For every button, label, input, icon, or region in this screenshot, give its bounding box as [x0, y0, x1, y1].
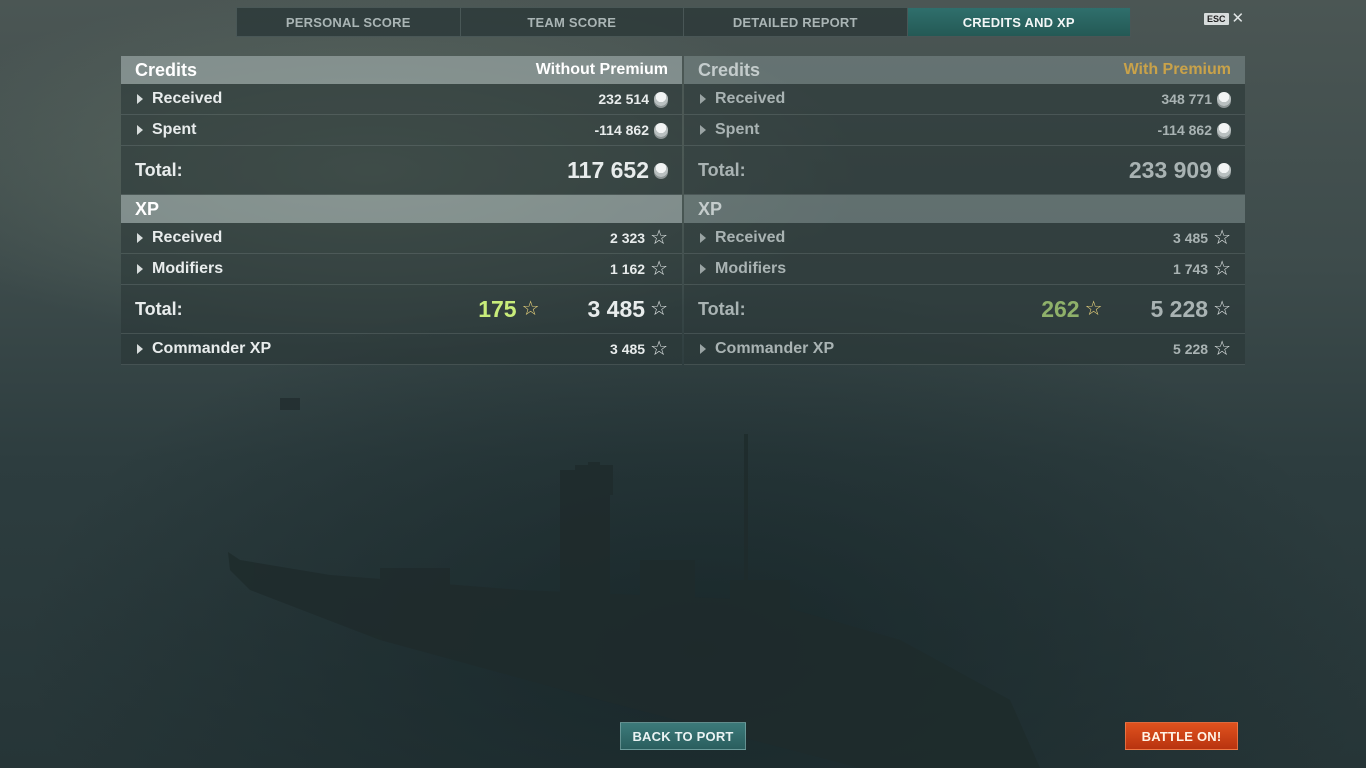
- close-icon: ✕: [1231, 10, 1245, 27]
- close-button[interactable]: ESC ✕: [1204, 10, 1245, 27]
- credits-received-row[interactable]: Received 232 514: [121, 84, 682, 115]
- xp-total-row: Total: 175 ☆ 3 485 ☆: [121, 285, 682, 334]
- row-label: Received: [715, 90, 786, 107]
- commander-xp-row[interactable]: Commander XP 3 485 ☆: [121, 334, 682, 365]
- row-label: Commander XP: [152, 340, 272, 357]
- gold-star-icon: ☆: [521, 298, 540, 320]
- credit-coin-icon: [654, 92, 668, 106]
- xp-header: XP: [121, 195, 682, 223]
- row-label: Modifiers: [715, 260, 787, 277]
- credits-spent-value: -114 862: [594, 122, 650, 138]
- credits-total-value: 233 909: [1128, 156, 1212, 183]
- xp-modifiers-row[interactable]: Modifiers 1 162 ☆: [121, 254, 682, 285]
- expand-arrow-icon: [700, 233, 706, 243]
- esc-key-label: ESC: [1204, 13, 1229, 25]
- expand-arrow-icon: [700, 264, 706, 274]
- commander-xp-row[interactable]: Commander XP 5 228 ☆: [684, 334, 1245, 365]
- star-icon: ☆: [1213, 258, 1231, 280]
- xp-modifiers-value: 1 743: [1173, 261, 1209, 277]
- xp-total-value: 5 228: [1150, 295, 1209, 322]
- total-label: Total:: [698, 298, 746, 319]
- without-premium-panel: Credits Without Premium Received 232 514…: [121, 56, 682, 365]
- expand-arrow-icon: [700, 344, 706, 354]
- expand-arrow-icon: [700, 94, 706, 104]
- star-icon: ☆: [1213, 298, 1231, 320]
- expand-arrow-icon: [137, 344, 143, 354]
- credit-coin-icon: [654, 123, 668, 137]
- xp-received-row[interactable]: Received 2 323 ☆: [121, 223, 682, 254]
- credits-total-value: 117 652: [567, 156, 649, 183]
- tab-detailed-report[interactable]: DETAILED REPORT: [684, 8, 908, 36]
- row-label: Spent: [152, 121, 197, 138]
- xp-header: XP: [684, 195, 1245, 223]
- row-label: Received: [715, 229, 786, 246]
- xp-title: XP: [698, 198, 723, 219]
- credits-received-value: 232 514: [598, 91, 649, 107]
- credit-coin-icon: [1217, 123, 1231, 137]
- credits-received-value: 348 771: [1161, 91, 1212, 107]
- row-label: Commander XP: [715, 340, 835, 357]
- star-icon: ☆: [650, 338, 668, 360]
- credits-received-row[interactable]: Received 348 771: [684, 84, 1245, 115]
- credits-total-row: Total: 233 909: [684, 146, 1245, 195]
- credits-title: Credits: [698, 59, 761, 80]
- row-label: Received: [152, 90, 223, 107]
- star-icon: ☆: [650, 298, 668, 320]
- expand-arrow-icon: [137, 125, 143, 135]
- row-label: Modifiers: [152, 260, 224, 277]
- xp-modifiers-row[interactable]: Modifiers 1 743 ☆: [684, 254, 1245, 285]
- credits-spent-row[interactable]: Spent -114 862: [684, 115, 1245, 146]
- xp-total-row: Total: 262 ☆ 5 228 ☆: [684, 285, 1245, 334]
- total-label: Total:: [135, 298, 183, 319]
- xp-received-row[interactable]: Received 3 485 ☆: [684, 223, 1245, 254]
- commander-xp-value: 5 228: [1173, 341, 1209, 357]
- star-icon: ☆: [1213, 338, 1231, 360]
- credits-header: Credits With Premium: [684, 56, 1245, 84]
- gold-star-icon: ☆: [1084, 298, 1103, 320]
- row-label: Received: [152, 229, 223, 246]
- star-icon: ☆: [650, 227, 668, 249]
- credits-total-row: Total: 117 652: [121, 146, 682, 195]
- back-to-port-button[interactable]: BACK TO PORT: [620, 722, 746, 750]
- tab-credits-and-xp[interactable]: CREDITS AND XP: [907, 8, 1130, 36]
- account-mode-label: Without Premium: [535, 61, 668, 78]
- xp-received-value: 3 485: [1173, 230, 1209, 246]
- xp-received-value: 2 323: [610, 230, 646, 246]
- with-premium-panel: Credits With Premium Received 348 771 Sp…: [684, 56, 1245, 365]
- expand-arrow-icon: [137, 94, 143, 104]
- expand-arrow-icon: [700, 125, 706, 135]
- tab-personal-score[interactable]: PERSONAL SCORE: [237, 8, 461, 36]
- star-icon: ☆: [1213, 227, 1231, 249]
- row-label: Spent: [715, 121, 760, 138]
- free-xp-bonus-value: 175: [478, 295, 517, 322]
- star-icon: ☆: [650, 258, 668, 280]
- tab-team-score[interactable]: TEAM SCORE: [461, 8, 684, 36]
- result-tabs: PERSONAL SCORE TEAM SCORE DETAILED REPOR…: [236, 7, 1131, 37]
- credit-coin-icon: [1217, 163, 1231, 177]
- xp-modifiers-value: 1 162: [610, 261, 646, 277]
- total-label: Total:: [135, 159, 183, 180]
- total-label: Total:: [698, 159, 746, 180]
- credits-title: Credits: [135, 59, 198, 80]
- expand-arrow-icon: [137, 233, 143, 243]
- credit-coin-icon: [1217, 92, 1231, 106]
- account-mode-label: With Premium: [1123, 61, 1231, 78]
- credits-spent-value: -114 862: [1157, 122, 1213, 138]
- free-xp-bonus-value: 262: [1041, 295, 1080, 322]
- xp-title: XP: [135, 198, 160, 219]
- xp-total-value: 3 485: [587, 295, 646, 322]
- credits-header: Credits Without Premium: [121, 56, 682, 84]
- battle-on-button[interactable]: BATTLE ON!: [1125, 722, 1238, 750]
- credits-spent-row[interactable]: Spent -114 862: [121, 115, 682, 146]
- expand-arrow-icon: [137, 264, 143, 274]
- credit-coin-icon: [654, 163, 668, 177]
- commander-xp-value: 3 485: [610, 341, 646, 357]
